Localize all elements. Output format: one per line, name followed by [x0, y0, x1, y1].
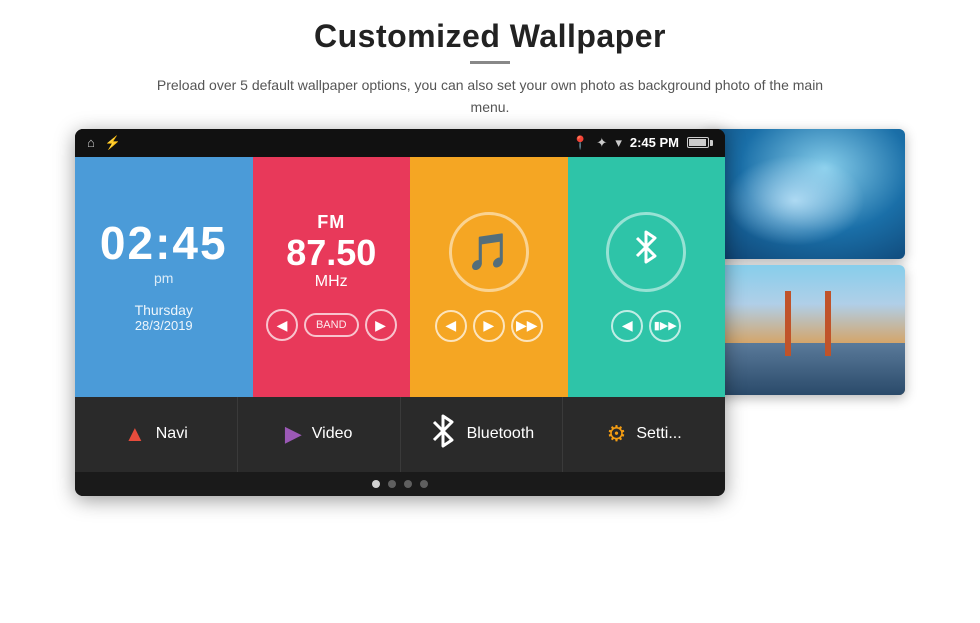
video-label: Video — [312, 425, 353, 443]
dot-1 — [372, 480, 380, 488]
golden-gate-image — [705, 265, 905, 395]
clock-date: 28/3/2019 — [135, 318, 193, 333]
settings-icon: ⚙ — [607, 421, 627, 447]
clock-time: 02:45 — [100, 220, 228, 266]
title-divider — [470, 61, 510, 64]
fm-frequency: 87.50 — [286, 233, 376, 273]
wifi-icon: ▾ — [615, 135, 622, 151]
page-dots — [75, 472, 725, 496]
nav-item-video[interactable]: ▶ Video — [238, 397, 401, 472]
tiles-area: 02:45 pm Thursday 28/3/2019 FM 87.50 MHz… — [75, 157, 725, 397]
video-icon: ▶ — [285, 421, 302, 447]
bluetooth-tile-controls: ◀ ▮▶▶ — [611, 310, 681, 342]
dot-3 — [404, 480, 412, 488]
bt-nav-icon — [429, 412, 457, 456]
settings-label: Setti... — [636, 425, 681, 443]
bt-next-button[interactable]: ▮▶▶ — [649, 310, 681, 342]
page-title: Customized Wallpaper — [140, 18, 840, 55]
music-prev-button[interactable]: ◀ — [435, 310, 467, 342]
wallpaper-golden-gate[interactable] — [705, 265, 905, 395]
dot-2 — [388, 480, 396, 488]
nav-item-settings[interactable]: ⚙ Setti... — [563, 397, 725, 472]
bottom-nav: ▲ Navi ▶ Video Bluetooth ⚙ Setti... — [75, 397, 725, 472]
music-play-button[interactable]: ▶ — [473, 310, 505, 342]
main-content: ⌂ ⚡ 📍 ✦ ▾ 2:45 PM 02:45 pm Thursday — [0, 129, 980, 496]
car-unit: ⌂ ⚡ 📍 ✦ ▾ 2:45 PM 02:45 pm Thursday — [75, 129, 725, 496]
fm-unit: MHz — [315, 273, 348, 291]
bt-symbol-icon — [632, 228, 660, 276]
fm-controls: ◀ BAND ▶ — [266, 309, 397, 341]
bluetooth-label: Bluetooth — [467, 425, 535, 443]
bt-prev-button[interactable]: ◀ — [611, 310, 643, 342]
music-tile[interactable]: 🎵 ◀ ▶ ▶▶ — [410, 157, 568, 397]
band-label[interactable]: BAND — [304, 313, 359, 337]
nav-item-navi[interactable]: ▲ Navi — [75, 397, 238, 472]
fm-next-button[interactable]: ▶ — [365, 309, 397, 341]
navi-icon: ▲ — [124, 421, 146, 447]
page-subtitle: Preload over 5 default wallpaper options… — [140, 74, 840, 119]
clock-tile[interactable]: 02:45 pm Thursday 28/3/2019 — [75, 157, 253, 397]
status-bar: ⌂ ⚡ 📍 ✦ ▾ 2:45 PM — [75, 129, 725, 157]
battery-icon — [687, 137, 713, 148]
clock-ampm: pm — [154, 270, 173, 286]
side-images — [705, 129, 905, 395]
status-left: ⌂ ⚡ — [87, 135, 121, 151]
home-icon: ⌂ — [87, 135, 95, 150]
music-next-button[interactable]: ▶▶ — [511, 310, 543, 342]
ice-cave-image — [705, 129, 905, 259]
status-time: 2:45 PM — [630, 135, 679, 150]
status-right: 📍 ✦ ▾ 2:45 PM — [572, 135, 713, 151]
wallpaper-ice-cave[interactable] — [705, 129, 905, 259]
dot-4 — [420, 480, 428, 488]
bluetooth-status-icon: ✦ — [596, 135, 607, 151]
music-controls: ◀ ▶ ▶▶ — [435, 310, 543, 342]
navi-label: Navi — [156, 425, 188, 443]
location-icon: 📍 — [572, 135, 588, 151]
music-icon-circle: 🎵 — [449, 212, 529, 292]
fm-label: FM — [317, 212, 345, 233]
nav-item-bluetooth[interactable]: Bluetooth — [401, 397, 564, 472]
bt-icon-circle — [606, 212, 686, 292]
music-note-icon: 🎵 — [466, 231, 511, 273]
usb-icon: ⚡ — [105, 135, 121, 151]
bluetooth-tile[interactable]: ◀ ▮▶▶ — [568, 157, 726, 397]
page-header: Customized Wallpaper Preload over 5 defa… — [80, 0, 900, 129]
fm-tile[interactable]: FM 87.50 MHz ◀ BAND ▶ — [253, 157, 411, 397]
clock-day: Thursday — [135, 302, 193, 318]
fm-prev-button[interactable]: ◀ — [266, 309, 298, 341]
